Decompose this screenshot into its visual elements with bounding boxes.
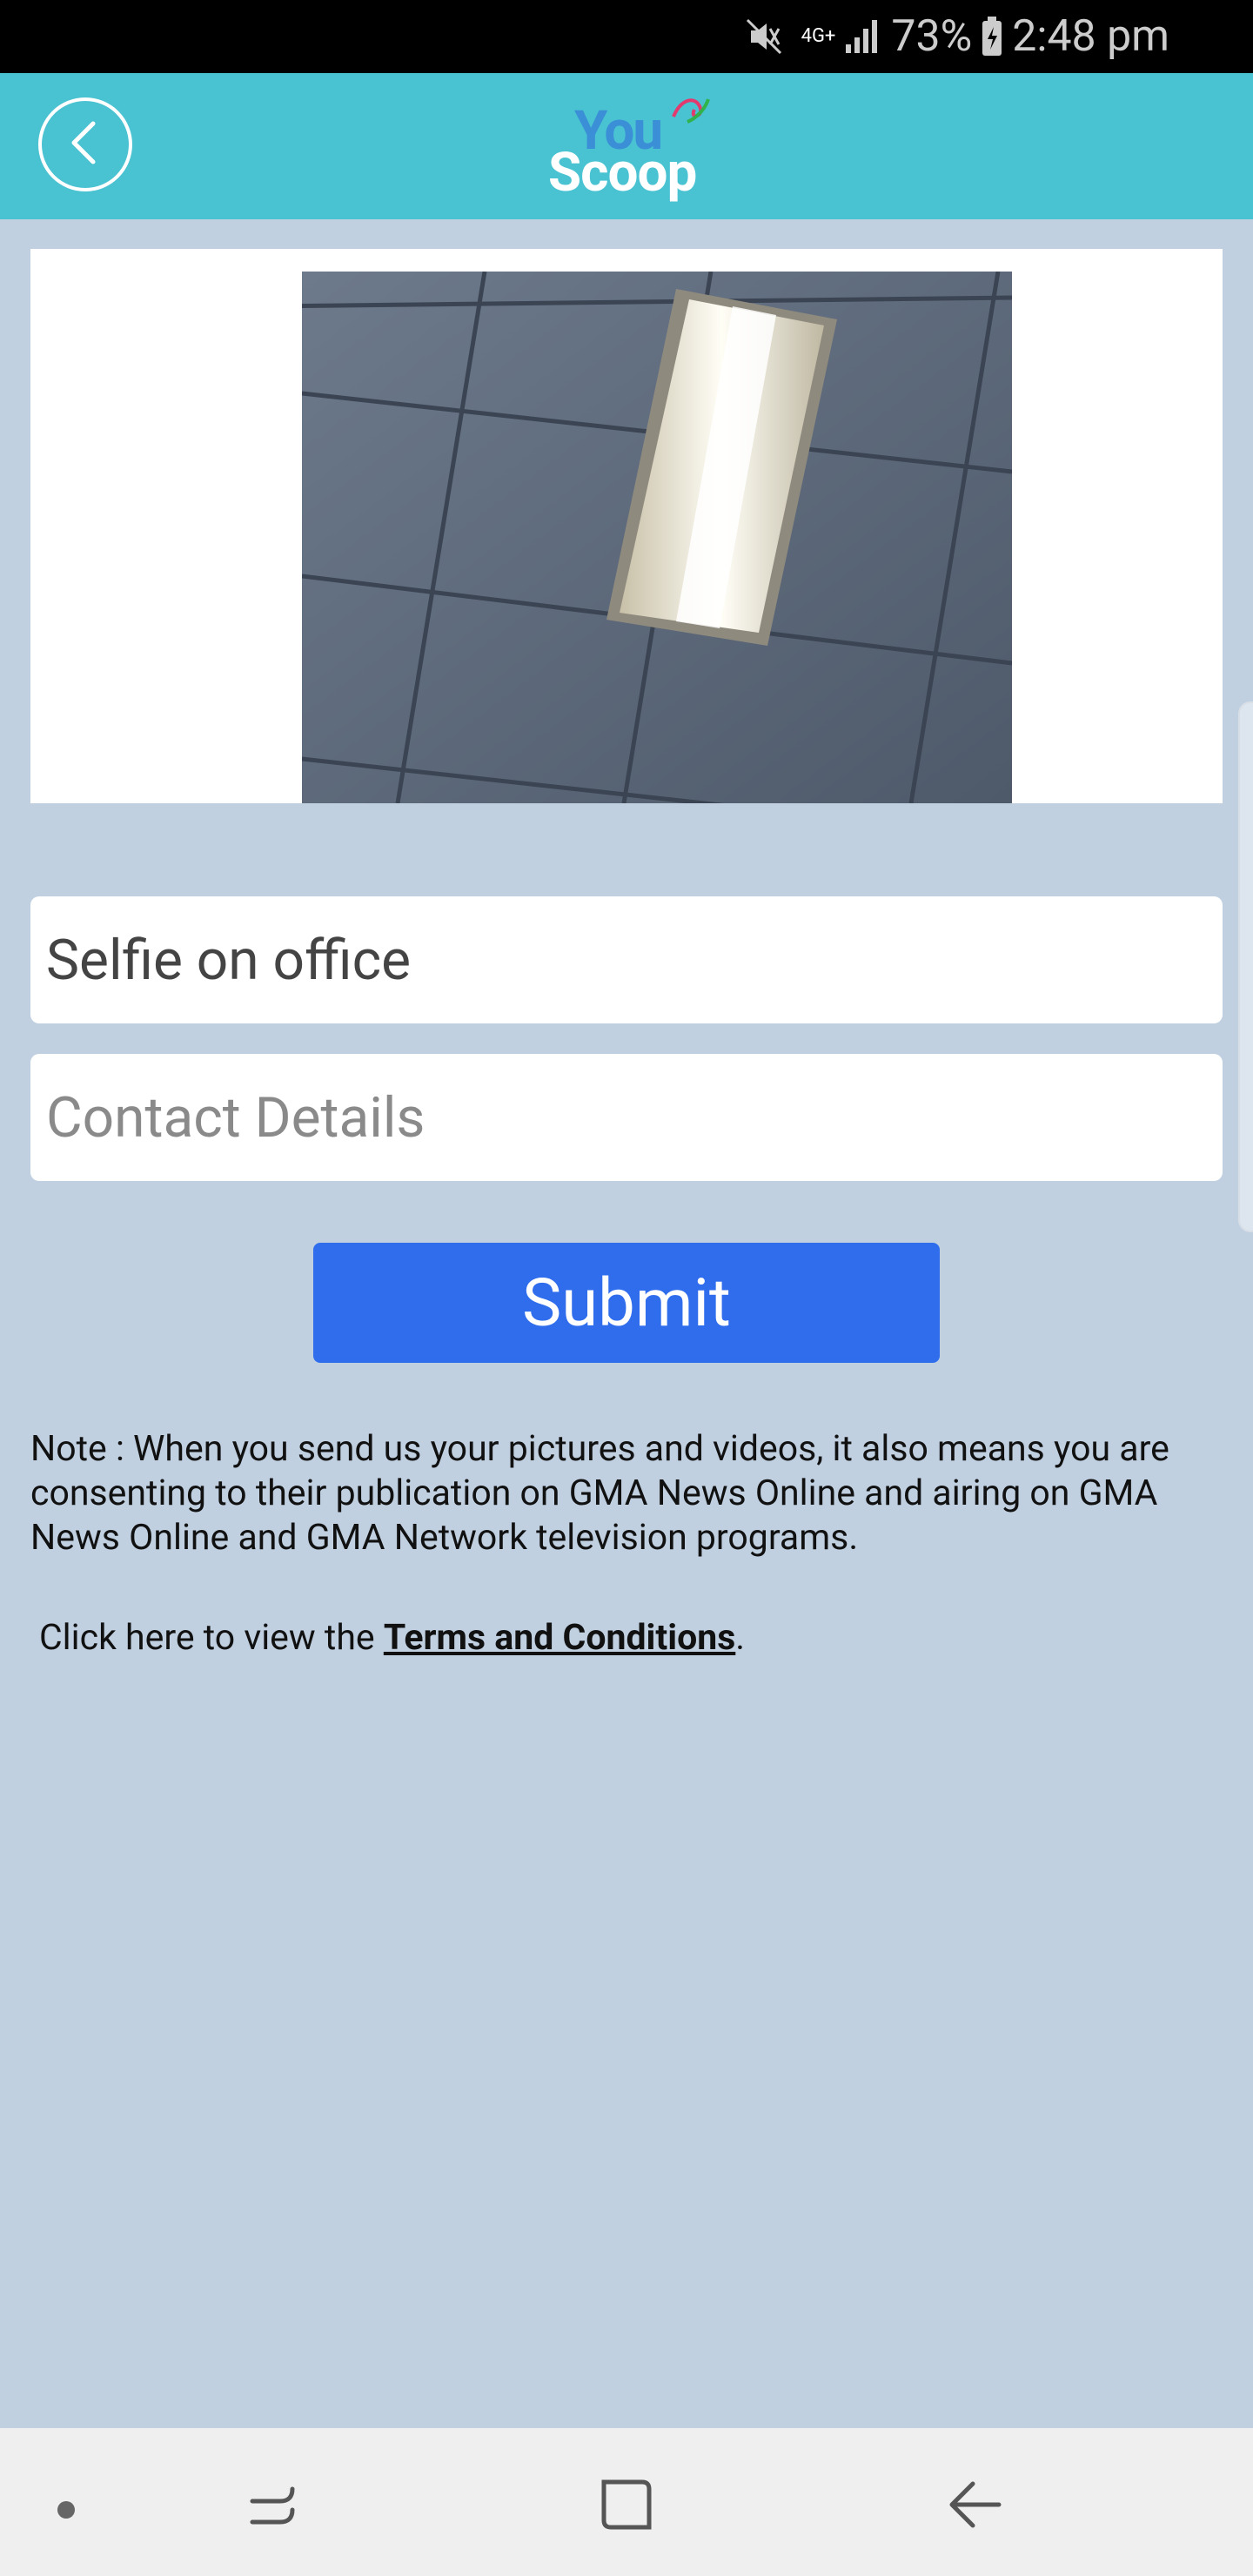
title-input[interactable]: Selfie on office — [30, 896, 1223, 1023]
title-input-value: Selfie on office — [46, 927, 412, 993]
recent-apps-icon[interactable] — [245, 2479, 299, 2536]
terms-line: Click here to view the Terms and Conditi… — [39, 1617, 745, 1659]
mute-vibrate-icon — [744, 17, 784, 57]
home-icon[interactable] — [599, 2477, 654, 2536]
terms-and-conditions-link[interactable]: Terms and Conditions — [384, 1617, 735, 1659]
back-button[interactable] — [38, 97, 132, 191]
logo-text-bottom: Scoop — [548, 141, 697, 205]
image-preview-card — [30, 249, 1223, 803]
signal-icon — [844, 18, 882, 55]
submit-button[interactable]: Submit — [313, 1243, 940, 1363]
chevron-left-icon — [64, 117, 107, 172]
battery-charging-icon — [981, 17, 1003, 57]
network-type-label: 4G+ — [801, 25, 836, 47]
terms-suffix: . — [735, 1617, 746, 1659]
system-nav-bar — [0, 2428, 1253, 2576]
nav-dot-icon[interactable] — [57, 2501, 75, 2519]
submit-button-label: Submit — [522, 1264, 731, 1342]
selected-photo[interactable] — [302, 272, 1012, 803]
logo-swirl-icon — [672, 98, 710, 124]
back-arrow-icon[interactable] — [947, 2477, 1004, 2536]
app-bar: You Scoop — [0, 73, 1253, 219]
youscoop-logo: You Scoop — [539, 92, 714, 205]
consent-note: Note : When you send us your pictures an… — [30, 1428, 1169, 1559]
contact-details-input[interactable]: Contact Details — [30, 1054, 1223, 1181]
battery-percent: 73% — [891, 11, 973, 62]
terms-prefix: Click here to view the — [39, 1617, 384, 1659]
edge-panel-handle[interactable] — [1238, 701, 1253, 1232]
status-bar: 4G+ 73% 2:48 pm — [0, 0, 1253, 73]
clock: 2:48 pm — [1012, 11, 1169, 62]
contact-details-placeholder: Contact Details — [46, 1084, 425, 1150]
